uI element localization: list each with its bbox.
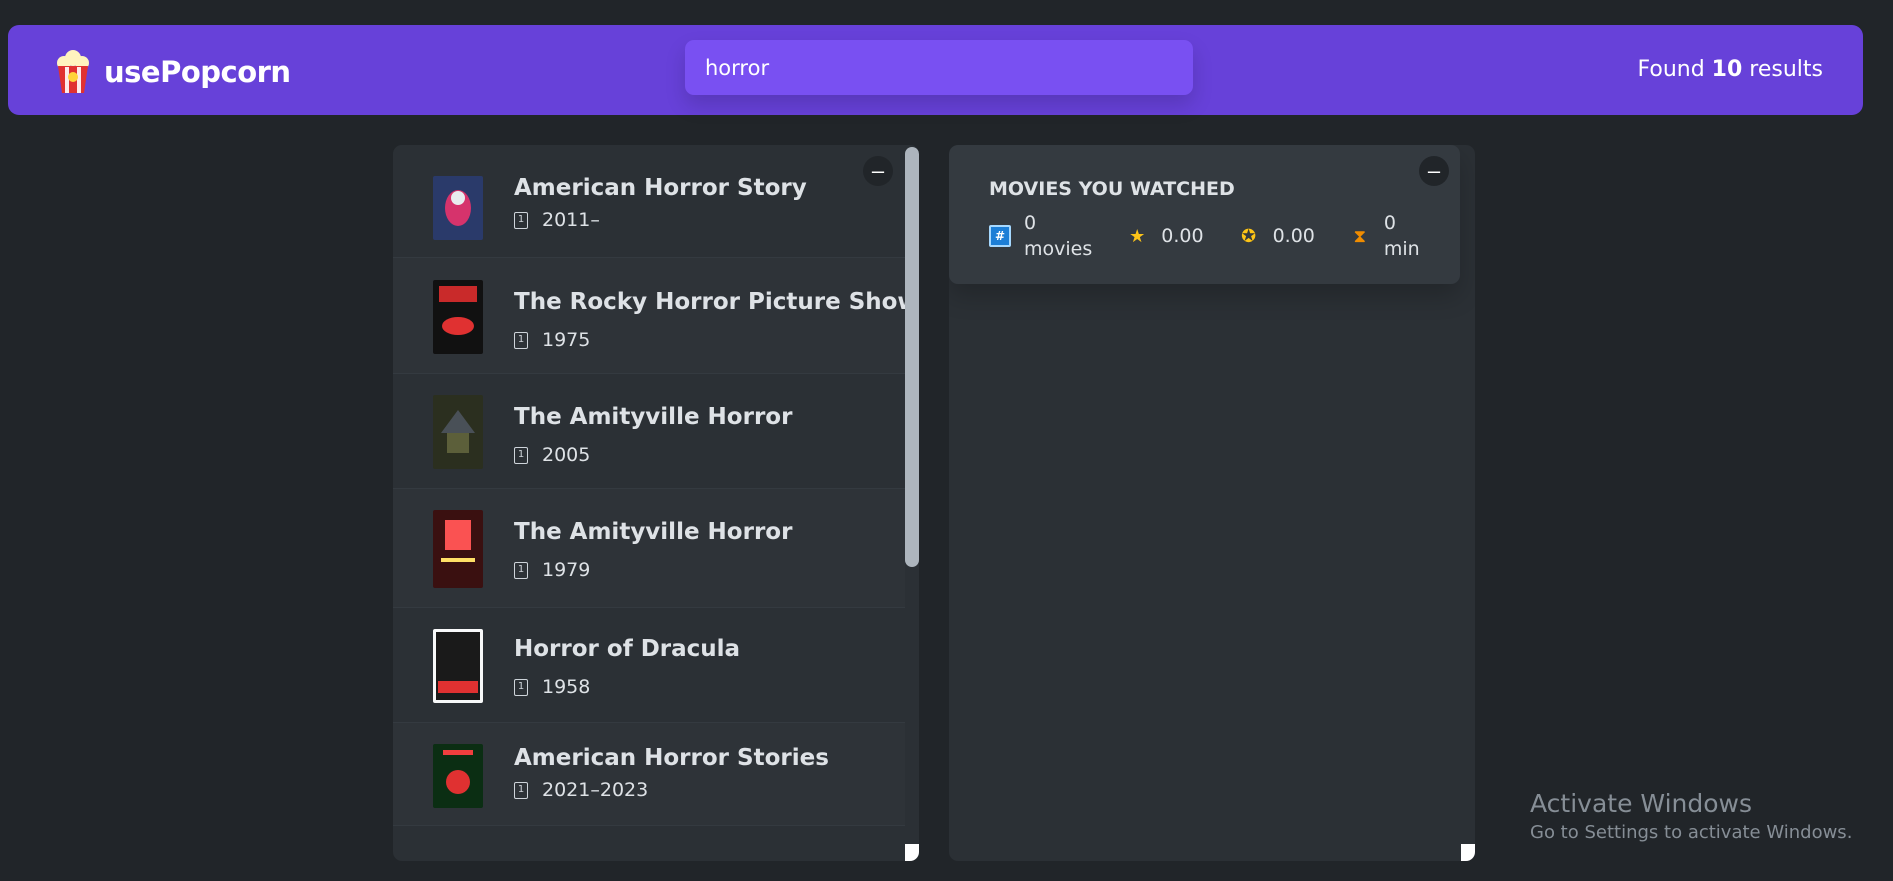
movie-poster	[433, 280, 483, 354]
hourglass-icon: ⧗	[1353, 225, 1367, 247]
movie-item[interactable]: American Horror Stories 1 2021–2023	[393, 723, 919, 826]
movies-count: 0	[1024, 212, 1037, 234]
calendar-icon: 1	[514, 211, 528, 229]
movie-title: American Horror Stories	[514, 745, 829, 771]
popcorn-icon	[57, 50, 89, 93]
navbar: usePopcorn Found 10 results	[8, 25, 1863, 115]
stat-user-rating: ✪ 0.00	[1238, 210, 1315, 262]
search-input[interactable]	[685, 40, 1193, 95]
movie-poster	[433, 510, 483, 588]
summary-title: MOVIES YOU WATCHED	[989, 178, 1235, 200]
movie-title: The Amityville Horror	[514, 519, 793, 545]
movies-label: movies	[1024, 238, 1093, 260]
star-icon: ★	[1129, 225, 1146, 247]
movie-item[interactable]: The Rocky Horror Picture Show 1 1975	[393, 258, 919, 374]
results-suffix: results	[1749, 57, 1823, 82]
app-title: usePopcorn	[104, 55, 291, 89]
results-number: 10	[1711, 57, 1743, 82]
calendar-icon: 1	[514, 678, 528, 696]
activation-title: Activate Windows	[1530, 789, 1752, 818]
movie-item[interactable]: The Amityville Horror 1 2005	[393, 374, 919, 489]
scrollbar-thumb[interactable]	[905, 147, 919, 567]
movie-year: 1 2021–2023	[514, 779, 829, 801]
movie-year: 1 1975	[514, 329, 919, 351]
movie-year: 1 1979	[514, 559, 792, 581]
activation-subtitle: Go to Settings to activate Windows.	[1530, 822, 1853, 843]
movie-title: Horror of Dracula	[514, 636, 741, 662]
glowing-star-icon: ✪	[1241, 225, 1257, 247]
stat-movies: # 0 movies	[989, 210, 1092, 262]
user-rating-value: 0.00	[1272, 225, 1315, 247]
movie-poster	[433, 176, 483, 240]
movie-poster	[433, 744, 483, 808]
calendar-icon: 1	[514, 446, 528, 464]
calendar-icon: 1	[514, 331, 528, 349]
movie-item[interactable]: Horror of Dracula 1 1958	[393, 608, 919, 723]
imdb-rating-value: 0.00	[1161, 225, 1204, 247]
windows-activation-watermark: Activate Windows Go to Settings to activ…	[1530, 789, 1852, 843]
stat-runtime: ⧗ 0 min	[1349, 210, 1420, 262]
runtime-unit: min	[1383, 238, 1420, 260]
collapse-button[interactable]: –	[1419, 156, 1449, 186]
movie-title: American Horror Story	[514, 175, 807, 201]
movie-list: American Horror Story 1 2011– The Rocky H…	[393, 145, 919, 826]
calendar-icon: 1	[514, 561, 528, 579]
logo: usePopcorn	[52, 49, 291, 95]
summary-stats: # 0 movies ★ 0.00 ✪ 0.00 ⧗ 0 min	[989, 210, 1420, 262]
movie-title: The Amityville Horror	[514, 404, 793, 430]
movie-year: 1 1958	[514, 676, 740, 698]
runtime-value: 0	[1383, 212, 1396, 234]
movie-item[interactable]: American Horror Story 1 2011–	[393, 145, 919, 258]
stat-imdb-rating: ★ 0.00	[1126, 210, 1203, 262]
movie-year: 1 2005	[514, 444, 792, 466]
calendar-icon: 1	[514, 781, 528, 799]
resize-handle[interactable]	[1461, 844, 1475, 861]
movie-title: The Rocky Horror Picture Show	[514, 289, 919, 315]
movie-item[interactable]: The Amityville Horror 1 1979	[393, 489, 919, 608]
movie-year: 1 2011–	[514, 209, 807, 231]
resize-handle[interactable]	[905, 844, 919, 861]
watched-box: MOVIES YOU WATCHED # 0 movies ★ 0.00 ✪ 0.…	[949, 145, 1475, 861]
movie-poster	[433, 395, 483, 469]
watched-summary: MOVIES YOU WATCHED # 0 movies ★ 0.00 ✪ 0.…	[949, 145, 1460, 284]
movie-poster	[433, 629, 483, 703]
results-prefix: Found	[1637, 57, 1705, 82]
hash-icon: #	[989, 225, 1011, 247]
results-count: Found 10 results	[1637, 57, 1823, 82]
collapse-button[interactable]: –	[863, 156, 893, 186]
movie-list-box: – American Horror Story 1 2011– The Rocky…	[393, 145, 919, 861]
